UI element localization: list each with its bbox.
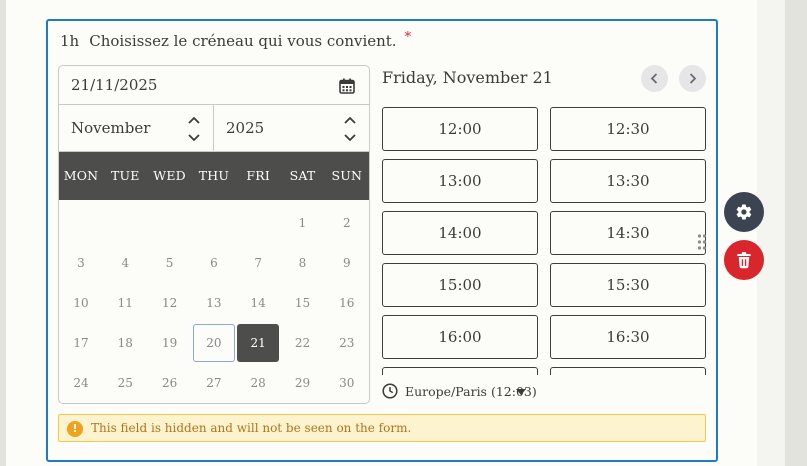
- calendar-day[interactable]: 18: [104, 324, 146, 362]
- month-year-selects: November 2025: [59, 105, 369, 152]
- year-select-value: 2025: [226, 119, 265, 137]
- calendar-day[interactable]: 22: [282, 324, 324, 362]
- calendar-day[interactable]: 28: [237, 364, 279, 402]
- time-slot-button[interactable]: 16:00: [382, 315, 538, 359]
- calendar-day[interactable]: 10: [60, 284, 102, 322]
- hidden-field-notice: ! This field is hidden and will not be s…: [58, 414, 706, 442]
- caret-down-icon[interactable]: [516, 389, 526, 396]
- next-day-button[interactable]: [679, 65, 706, 92]
- calendar-day[interactable]: 9: [326, 244, 368, 282]
- weekday-label: WED: [153, 168, 186, 183]
- calendar-day[interactable]: 16: [326, 284, 368, 322]
- warning-icon: !: [67, 421, 83, 437]
- calendar-day[interactable]: 20: [192, 324, 235, 362]
- time-slot-button[interactable]: [382, 367, 538, 375]
- calendar-day[interactable]: 2: [326, 204, 368, 242]
- calendar-day[interactable]: 24: [60, 364, 102, 402]
- chevron-right-icon: [689, 73, 697, 84]
- calendar-day[interactable]: 26: [149, 364, 191, 402]
- calendar-day[interactable]: 7: [237, 244, 279, 282]
- time-slot-button[interactable]: 13:30: [550, 159, 706, 203]
- time-slot-button[interactable]: 14:00: [382, 211, 538, 255]
- stepper-arrows-icon[interactable]: [187, 114, 201, 144]
- weekday-label: SAT: [289, 168, 316, 183]
- calendar-day[interactable]: 27: [193, 364, 235, 402]
- time-slot-button[interactable]: [550, 367, 706, 375]
- calendar-day[interactable]: 1: [282, 204, 324, 242]
- clock-icon: [382, 383, 398, 399]
- calendar-day[interactable]: 14: [237, 284, 279, 322]
- calendar-day-selected[interactable]: 21: [237, 324, 280, 362]
- field-label: 1h Choisissez le créneau qui vous convien…: [60, 30, 412, 50]
- delete-field-button[interactable]: [724, 240, 764, 280]
- notice-text: This field is hidden and will not be see…: [91, 421, 412, 435]
- time-slot-button[interactable]: 16:30: [550, 315, 706, 359]
- month-select-value: November: [71, 119, 151, 137]
- calendar-day[interactable]: 25: [104, 364, 146, 402]
- selected-day-heading: Friday, November 21: [382, 68, 553, 87]
- weekday-label: SUN: [331, 168, 363, 183]
- calendar-day[interactable]: 11: [104, 284, 146, 322]
- duration-label: 1h: [60, 32, 80, 50]
- time-slot-button[interactable]: 13:00: [382, 159, 538, 203]
- required-marker: *: [404, 30, 412, 45]
- calendar-day[interactable]: 19: [149, 324, 191, 362]
- year-select[interactable]: 2025: [214, 105, 369, 151]
- time-slot-button[interactable]: 14:30: [550, 211, 706, 255]
- time-slot-button[interactable]: 15:00: [382, 263, 538, 307]
- weekday-label: TUE: [110, 168, 140, 183]
- weekday-label: THU: [198, 168, 230, 183]
- calendar-day[interactable]: 23: [326, 324, 368, 362]
- calendar-day[interactable]: 12: [149, 284, 191, 322]
- field-label-text: Choisissez le créneau qui vous convient.: [89, 32, 397, 50]
- calendar-icon[interactable]: [339, 78, 355, 94]
- field-settings-button[interactable]: [724, 192, 764, 232]
- time-slot-button[interactable]: 12:00: [382, 107, 538, 151]
- calendar-day[interactable]: 6: [193, 244, 235, 282]
- date-input-value: 21/11/2025: [71, 76, 158, 94]
- trash-icon: [737, 252, 751, 269]
- calendar-day[interactable]: 13: [193, 284, 235, 322]
- drag-handle-icon[interactable]: [697, 233, 707, 251]
- calendar-day[interactable]: 30: [326, 364, 368, 402]
- calendar-day[interactable]: 8: [282, 244, 324, 282]
- calendar-day[interactable]: 4: [104, 244, 146, 282]
- right-gutter: [757, 0, 785, 466]
- chevron-left-icon: [650, 73, 658, 84]
- month-select[interactable]: November: [59, 105, 214, 151]
- calendar-day[interactable]: 5: [149, 244, 191, 282]
- calendar-day[interactable]: 15: [282, 284, 324, 322]
- weekday-label: FRI: [246, 168, 270, 183]
- stepper-arrows-icon[interactable]: [343, 114, 357, 144]
- calendar-day[interactable]: 3: [60, 244, 102, 282]
- weekday-label: MON: [63, 168, 99, 183]
- calendar-day[interactable]: 17: [60, 324, 102, 362]
- date-picker: 21/11/2025 November 2025 MON TUE WED THU FRI…: [58, 65, 370, 404]
- prev-day-button[interactable]: [641, 65, 668, 92]
- time-slot-button[interactable]: 15:30: [550, 263, 706, 307]
- time-slot-list: 12:00 12:30 13:00 13:30 14:00 14:30 15:00 15:30…: [382, 107, 708, 375]
- calendar-day[interactable]: 29: [282, 364, 324, 402]
- date-input[interactable]: 21/11/2025: [59, 66, 369, 105]
- weekday-header: MON TUE WED THU FRI SAT SUN: [59, 152, 369, 200]
- time-slot-button[interactable]: 12:30: [550, 107, 706, 151]
- gear-icon: [736, 204, 752, 220]
